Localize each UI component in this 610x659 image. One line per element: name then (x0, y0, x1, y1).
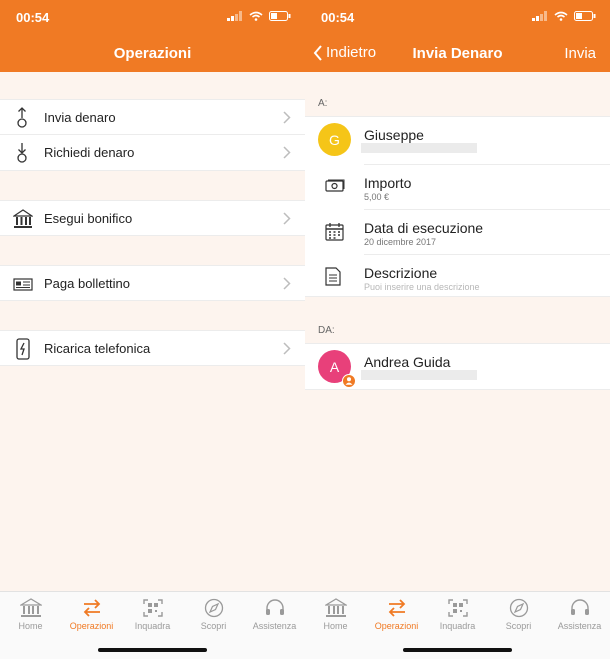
banknote-icon (325, 179, 345, 192)
home-indicator (98, 648, 207, 652)
menu-label: Paga bollettino (44, 275, 131, 291)
chevron-right-icon (283, 111, 291, 124)
bank-icon (19, 598, 42, 617)
home-indicator (403, 648, 512, 652)
tab-label: Home (323, 621, 348, 631)
wifi-icon (554, 11, 568, 21)
menu-item-paga-bollettino[interactable]: Paga bollettino (0, 265, 305, 301)
nav-bar: 00:54 Operazioni (0, 0, 305, 72)
qr-scan-icon (142, 599, 163, 617)
tab-inquadra[interactable]: Inquadra (122, 598, 183, 631)
sender-row[interactable]: A Andrea Guida (305, 344, 610, 391)
tab-label: Assistenza (252, 621, 297, 631)
qr-scan-icon (447, 599, 468, 617)
wifi-icon (249, 11, 263, 21)
tab-label: Operazioni (69, 621, 114, 631)
menu-item-invia-denaro[interactable]: Invia denaro (0, 99, 305, 135)
tab-label: Assistenza (557, 621, 602, 631)
status-icons (227, 11, 291, 21)
date-row[interactable]: Data di esecuzione 20 dicembre 2017 (305, 210, 610, 254)
menu-item-ricarica-telefonica[interactable]: Ricarica telefonica (0, 330, 305, 366)
to-section-label: A: (318, 98, 328, 109)
tab-label: Scopri (200, 621, 227, 631)
compass-icon (204, 598, 223, 618)
status-time: 00:54 (321, 10, 355, 25)
signal-icon (532, 11, 547, 21)
transfer-arrows-icon (388, 599, 405, 617)
user-badge-icon (342, 374, 356, 388)
amount-row[interactable]: Importo 5,00 € (305, 165, 610, 209)
to-section: G Giuseppe Importo 5,00 € Data di esecuz… (305, 116, 610, 297)
recipient-detail-field (361, 143, 477, 153)
tab-home[interactable]: Home (0, 598, 61, 631)
description-row[interactable]: Descrizione Puoi inserire una descrizion… (305, 255, 610, 298)
battery-icon (269, 11, 291, 21)
recipient-row[interactable]: G Giuseppe (305, 117, 610, 164)
tab-label: Inquadra (134, 621, 171, 631)
tab-scopri[interactable]: Scopri (183, 598, 244, 631)
description-input[interactable]: Puoi inserire una descrizione (364, 282, 480, 292)
calendar-icon (325, 223, 344, 241)
bill-icon (13, 278, 33, 291)
description-title: Descrizione (364, 265, 438, 281)
from-section: A Andrea Guida (305, 343, 610, 390)
chevron-right-icon (283, 277, 291, 290)
tab-home[interactable]: Home (305, 598, 366, 631)
tab-scopri[interactable]: Scopri (488, 598, 549, 631)
headset-icon (570, 599, 589, 615)
tab-operazioni[interactable]: Operazioni (366, 598, 427, 631)
date-title: Data di esecuzione (364, 220, 484, 236)
status-time: 00:54 (16, 10, 50, 25)
from-section-label: DA: (318, 325, 335, 336)
document-icon (325, 267, 341, 286)
tab-inquadra[interactable]: Inquadra (427, 598, 488, 631)
tab-assistenza[interactable]: Assistenza (244, 598, 305, 631)
menu-label: Esegui bonifico (44, 210, 133, 226)
chevron-right-icon (283, 146, 291, 159)
send-button[interactable]: Invia (564, 45, 596, 62)
nav-bar: 00:54 Indietro Invia Denaro Invia (305, 0, 610, 72)
sender-name: Andrea Guida (364, 354, 451, 370)
menu-item-richiedi-denaro[interactable]: Richiedi denaro (0, 135, 305, 171)
status-icons (532, 11, 596, 21)
send-money-icon (17, 107, 27, 128)
menu-label: Ricarica telefonica (44, 340, 151, 356)
bank-icon (324, 598, 347, 617)
request-money-icon (17, 143, 27, 163)
tab-label: Inquadra (439, 621, 476, 631)
compass-icon (509, 598, 528, 618)
amount-title: Importo (364, 175, 412, 191)
amount-value: 5,00 € (364, 192, 390, 202)
menu-label: Invia denaro (44, 109, 116, 125)
tab-label: Scopri (505, 621, 532, 631)
battery-icon (574, 11, 596, 21)
date-value: 20 dicembre 2017 (364, 237, 437, 247)
tab-assistenza[interactable]: Assistenza (549, 598, 610, 631)
page-title: Operazioni (113, 45, 192, 62)
operazioni-screen: 00:54 Operazioni Invia denaro Richiedi d… (0, 0, 305, 659)
recipient-name: Giuseppe (364, 127, 424, 143)
tab-label: Home (18, 621, 43, 631)
menu-label: Richiedi denaro (44, 145, 135, 160)
chevron-right-icon (283, 212, 291, 225)
transfer-arrows-icon (83, 599, 100, 617)
sender-detail-field (361, 370, 477, 380)
signal-icon (227, 11, 242, 21)
phone-recharge-icon (16, 338, 30, 360)
chevron-right-icon (283, 342, 291, 355)
avatar: G (318, 123, 351, 156)
headset-icon (265, 599, 284, 615)
tab-operazioni[interactable]: Operazioni (61, 598, 122, 631)
invia-denaro-screen: 00:54 Indietro Invia Denaro Invia A: G G… (305, 0, 610, 659)
bank-icon (13, 209, 33, 228)
menu-item-esegui-bonifico[interactable]: Esegui bonifico (0, 200, 305, 236)
tab-label: Operazioni (374, 621, 419, 631)
